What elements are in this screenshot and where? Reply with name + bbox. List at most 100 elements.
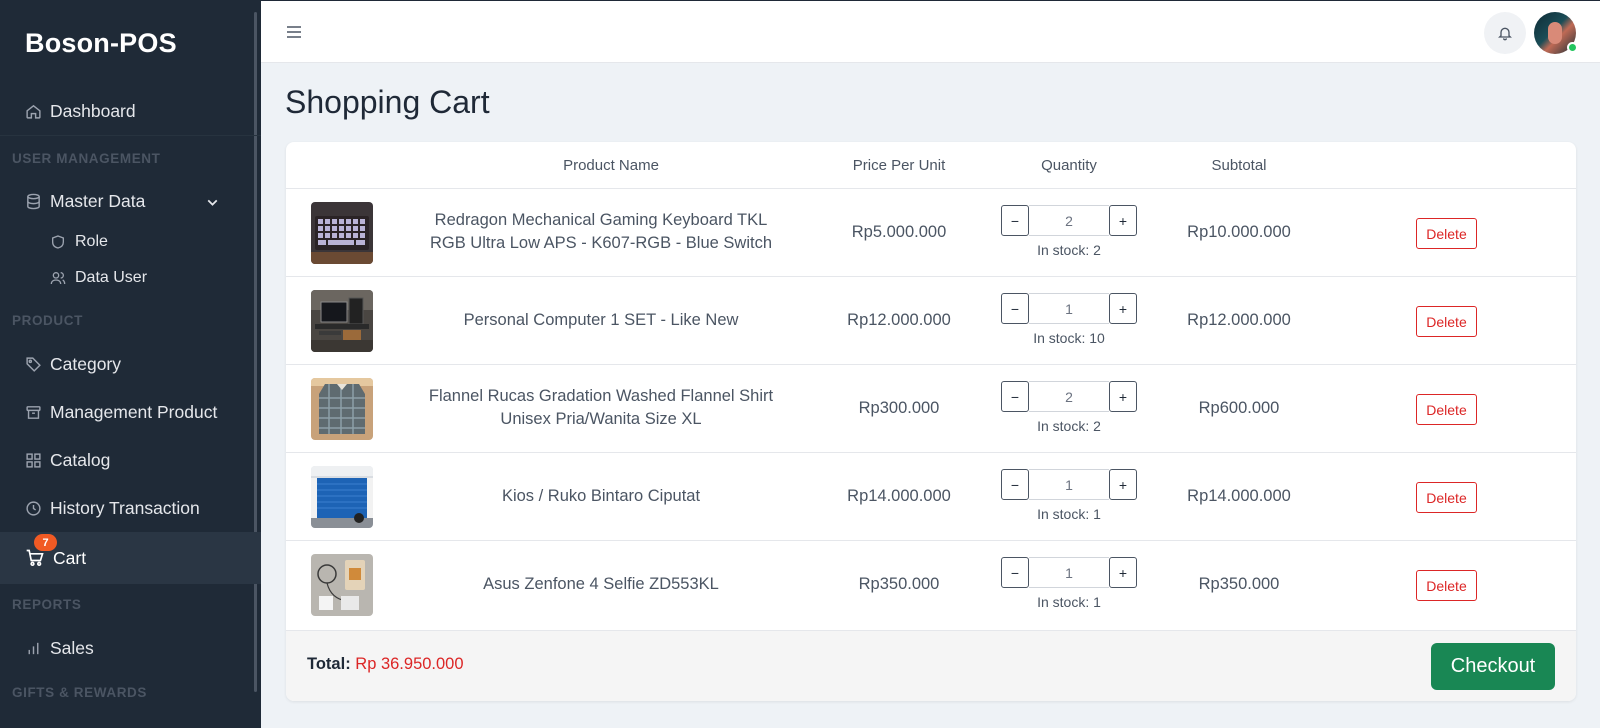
table-row: Redragon Mechanical Gaming Keyboard TKL …	[286, 189, 1576, 277]
subtotal: Rp10.000.000	[1187, 223, 1291, 241]
total-label: Total:	[307, 655, 351, 673]
sidebar-item-category[interactable]: Category	[0, 340, 261, 388]
sidebar-item-label: Management Product	[50, 401, 218, 422]
sidebar-item-label: Sales	[50, 637, 94, 658]
product-thumbnail	[311, 466, 373, 528]
sidebar-item-label: History Transaction	[50, 497, 200, 518]
delete-button[interactable]: Delete	[1416, 218, 1477, 249]
quantity-stepper: − 2 +	[1001, 381, 1137, 413]
decrement-button[interactable]: −	[1001, 293, 1029, 324]
quantity-input[interactable]: 2	[1029, 205, 1109, 236]
stock-label: In stock: 2	[1037, 242, 1101, 258]
cart-icon	[26, 549, 44, 566]
tag-icon	[26, 356, 41, 372]
sidebar-item-label: Master Data	[50, 190, 146, 211]
delete-button[interactable]: Delete	[1416, 482, 1477, 513]
product-thumbnail	[311, 554, 373, 616]
table-row: Kios / Ruko Bintaro Ciputat Rp14.000.000…	[286, 453, 1576, 541]
price-per-unit: Rp300.000	[858, 399, 940, 417]
table-header: Product Name Price Per Unit Quantity Sub…	[286, 142, 1576, 189]
delete-button[interactable]: Delete	[1416, 306, 1477, 337]
product-thumbnail	[311, 378, 373, 440]
sidebar-item-label: Data User	[75, 269, 148, 286]
increment-button[interactable]: +	[1109, 205, 1137, 236]
users-icon	[50, 272, 66, 285]
page-title: Shopping Cart	[285, 84, 490, 120]
online-status-dot	[1567, 42, 1578, 53]
cart-table-card: Product Name Price Per Unit Quantity Sub…	[286, 142, 1576, 701]
section-product: PRODUCT	[12, 312, 83, 328]
shield-icon	[52, 235, 64, 249]
price-per-unit: Rp14.000.000	[847, 487, 951, 505]
section-gifts-rewards: GIFTS & REWARDS	[12, 684, 148, 700]
header-subtotal: Subtotal	[1211, 157, 1267, 174]
price-per-unit: Rp350.000	[858, 575, 940, 593]
quantity-stepper: − 1 +	[1001, 469, 1137, 501]
decrement-button[interactable]: −	[1001, 469, 1029, 500]
subtotal: Rp12.000.000	[1187, 311, 1291, 329]
checkout-button[interactable]: Checkout	[1431, 643, 1555, 690]
cart-total: Total: Rp 36.950.000	[307, 655, 464, 674]
product-name: Flannel Rucas Gradation Washed Flannel S…	[428, 387, 774, 428]
decrement-button[interactable]: −	[1001, 205, 1029, 236]
sidebar-item-cart[interactable]: 7 Cart	[0, 532, 261, 584]
increment-button[interactable]: +	[1109, 381, 1137, 412]
sidebar: Boson-POS Dashboard USER MANAGEMENT Mast…	[0, 0, 261, 728]
subtotal: Rp350.000	[1198, 575, 1280, 593]
subtotal: Rp14.000.000	[1187, 487, 1291, 505]
sidebar-item-label: Catalog	[50, 449, 111, 470]
sidebar-item-data-user[interactable]: Data User	[0, 260, 261, 296]
quantity-stepper: − 1 +	[1001, 293, 1137, 325]
sidebar-item-history-transaction[interactable]: History Transaction	[0, 484, 261, 532]
header-quantity: Quantity	[1041, 157, 1097, 174]
sidebar-item-master-data[interactable]: Master Data	[0, 178, 261, 224]
stock-label: In stock: 1	[1037, 594, 1101, 610]
increment-button[interactable]: +	[1109, 469, 1137, 500]
delete-button[interactable]: Delete	[1416, 394, 1477, 425]
stock-label: In stock: 1	[1037, 506, 1101, 522]
product-name: Kios / Ruko Bintaro Ciputat	[501, 487, 701, 505]
increment-button[interactable]: +	[1109, 557, 1137, 588]
sidebar-item-management-product[interactable]: Management Product	[0, 388, 261, 436]
stock-label: In stock: 2	[1037, 418, 1101, 434]
sidebar-item-role[interactable]: Role	[0, 224, 261, 260]
header-product-name: Product Name	[563, 157, 659, 174]
quantity-input[interactable]: 1	[1029, 293, 1109, 324]
archive-icon	[26, 405, 41, 419]
quantity-stepper: − 1 +	[1001, 557, 1137, 589]
decrement-button[interactable]: −	[1001, 557, 1029, 588]
quantity-input[interactable]: 2	[1029, 381, 1109, 412]
total-value: Rp 36.950.000	[355, 655, 464, 673]
bar-chart-icon	[28, 642, 39, 654]
stock-label: In stock: 10	[1033, 330, 1105, 346]
product-thumbnail	[311, 202, 373, 264]
delete-button[interactable]: Delete	[1416, 570, 1477, 601]
table-row: Asus Zenfone 4 Selfie ZD553KL Rp350.000 …	[286, 541, 1576, 629]
price-per-unit: Rp5.000.000	[851, 223, 947, 241]
notifications-button[interactable]	[1484, 12, 1526, 54]
decrement-button[interactable]: −	[1001, 381, 1029, 412]
quantity-input[interactable]: 1	[1029, 557, 1109, 588]
sidebar-item-dashboard[interactable]: Dashboard	[0, 88, 261, 136]
quantity-input[interactable]: 1	[1029, 469, 1109, 500]
bell-icon	[1498, 27, 1512, 41]
section-reports: REPORTS	[12, 596, 82, 612]
product-thumbnail	[311, 290, 373, 352]
hamburger-icon[interactable]	[286, 25, 302, 39]
top-header	[261, 0, 1600, 63]
sidebar-item-label: Role	[75, 233, 108, 250]
database-icon	[27, 193, 40, 209]
sidebar-item-label: Dashboard	[50, 101, 136, 121]
sidebar-item-sales[interactable]: Sales	[0, 624, 261, 672]
chevron-down-icon[interactable]	[204, 194, 221, 211]
sidebar-item-catalog[interactable]: Catalog	[0, 436, 261, 484]
increment-button[interactable]: +	[1109, 293, 1137, 324]
quantity-stepper: − 2 +	[1001, 205, 1137, 237]
cart-footer: Total: Rp 36.950.000 Checkout	[286, 630, 1576, 701]
brand-logo[interactable]: Boson-POS	[0, 0, 261, 88]
product-name: Asus Zenfone 4 Selfie ZD553KL	[483, 575, 719, 593]
sidebar-item-label: Category	[50, 353, 122, 374]
subtotal: Rp600.000	[1198, 399, 1280, 417]
cart-count-badge: 7	[34, 534, 57, 551]
grid-icon	[26, 452, 41, 468]
